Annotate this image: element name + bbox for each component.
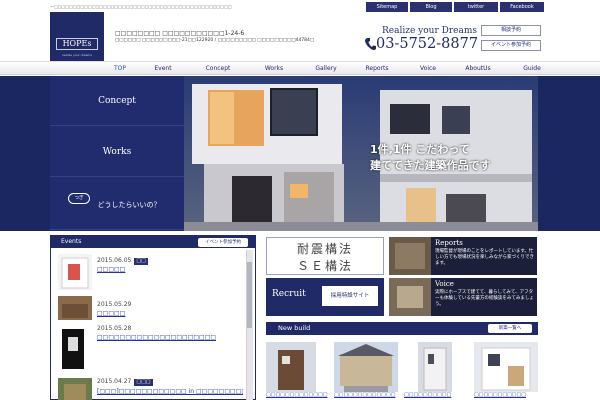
- event-reserve-button[interactable]: イベント参加予約: [481, 40, 541, 51]
- new-build-list-button[interactable]: 新築一覧へ: [488, 324, 532, 333]
- nav-gallery[interactable]: Gallery: [304, 62, 348, 75]
- side-item-concept[interactable]: Concept: [50, 76, 184, 126]
- voice-title: Voice: [435, 280, 454, 288]
- reports-photo: [389, 237, 431, 275]
- nav-aboutus[interactable]: AboutUs: [455, 62, 501, 75]
- consultation-button[interactable]: 相談予約: [481, 25, 541, 36]
- new-build-thumb[interactable]: [418, 342, 452, 392]
- event-date: 2015.06.05 □□: [97, 257, 148, 265]
- reports-banner[interactable]: Reports 現場監督が現場のことをレポートしています。忙しい方でも現場状況を…: [389, 237, 537, 275]
- event-thumb[interactable]: [58, 378, 92, 400]
- main-nav: TOP Event Concept Works Gallery Reports …: [0, 61, 600, 75]
- event-date: 2015.05.28: [97, 325, 132, 332]
- new-build-thumb[interactable]: [266, 342, 316, 392]
- logo-text: HOPEs: [56, 38, 98, 50]
- blog-link[interactable]: Blog: [410, 2, 452, 12]
- event-thumb[interactable]: [58, 254, 92, 290]
- event-thumb[interactable]: [58, 327, 92, 371]
- event-join-button[interactable]: イベント参加予約: [198, 238, 248, 247]
- new-build-title[interactable]: □□□□□□□□□□□□□: [266, 392, 330, 398]
- voice-photo: [389, 278, 431, 316]
- voice-banner[interactable]: Voice 実際にホープスで建てて、暮らしてみて、アフターも体験している先輩方の…: [389, 278, 537, 316]
- guide-bubble: つぎ: [68, 193, 90, 204]
- logo-subtext: realize your dreams: [62, 53, 92, 57]
- nav-reports[interactable]: Reports: [355, 62, 399, 75]
- nav-event[interactable]: Event: [142, 62, 184, 75]
- recruit-subtitle: 採用特設サイト: [322, 286, 378, 306]
- nav-concept[interactable]: Concept: [196, 62, 240, 75]
- event-date-text: 2015.06.05: [97, 257, 132, 264]
- nav-top[interactable]: TOP: [100, 62, 140, 75]
- hero-caption-line2: 建ててきた建築作品です: [370, 159, 491, 172]
- event-title[interactable]: □□□□□□□□□□□□□□□□□□□□□: [97, 334, 216, 341]
- voice-text: 実際にホープスで建てて、暮らしてみて、アフターも体験している先輩方の経験談をみて…: [435, 290, 534, 307]
- new-build-thumb[interactable]: [474, 342, 538, 392]
- company-address: □□□□□□ □□□□□□□□□-21□□122920 / □□□□□□□□□ …: [115, 38, 315, 43]
- hero-caption-line1: 1件,1件 こだわって: [370, 143, 470, 156]
- event-date: 2015.04.27 □□□: [97, 378, 153, 386]
- event-thumb[interactable]: [58, 296, 92, 320]
- nav-works[interactable]: Works: [252, 62, 296, 75]
- event-badge: □□□: [134, 379, 153, 386]
- company-name: □□□□□□□□ □□□□□□□□□□□1-24-6: [115, 30, 245, 37]
- new-build-title[interactable]: □□□□□□□□□□: [404, 392, 468, 398]
- seismic-banner[interactable]: 耐震構法 ＳＥ構法: [266, 237, 384, 275]
- event-date: 2015.05.29: [97, 301, 132, 308]
- seismic-line2: ＳＥ構法: [296, 259, 353, 273]
- event-badge: □□: [134, 258, 148, 265]
- recruit-banner[interactable]: Recruit 採用特設サイト: [266, 278, 384, 316]
- twitter-link[interactable]: twitter: [454, 2, 498, 12]
- hero-caption: 1件,1件 こだわって 建ててきた建築作品です: [370, 142, 491, 174]
- events-scroll-thumb[interactable]: [247, 262, 252, 328]
- facebook-link[interactable]: Facebook: [500, 2, 544, 12]
- top-links: Sitemap Blog twitter Facebook: [366, 2, 546, 12]
- side-item-guide[interactable]: どうしたらいいの？: [50, 180, 184, 230]
- nav-guide[interactable]: Guide: [510, 62, 554, 75]
- event-title[interactable]: □□□□□: [97, 310, 125, 317]
- header-slogan: Realize your Dreams: [382, 26, 477, 36]
- reports-title: Reports: [435, 239, 463, 247]
- phone-number[interactable]: 03-5752-8877: [364, 36, 478, 52]
- event-date-text: 2015.04.27: [97, 378, 132, 385]
- event-title[interactable]: □□□□□: [97, 266, 125, 273]
- side-item-works[interactable]: Works: [50, 127, 184, 177]
- seismic-line1: 耐震構法: [296, 242, 353, 256]
- reports-text: 現場監督が現場のことをレポートしています。忙しい方でも現場状況を楽しみながら家づ…: [435, 249, 534, 266]
- sitemap-link[interactable]: Sitemap: [366, 2, 408, 12]
- new-build-thumb[interactable]: [334, 342, 398, 392]
- new-build-title[interactable]: □□□□□□□□□□□: [474, 392, 538, 398]
- event-title[interactable]: [□□□]□□□□□□□□□□□□ in □□□□□□□□□□10□□□□□□□…: [97, 388, 243, 395]
- new-build-title[interactable]: □□□□□□□□□□□□□: [334, 392, 398, 398]
- nav-voice[interactable]: Voice: [406, 62, 450, 75]
- site-tagline: ー□□□□□□□□□□□□□□□□□□□□□□□□□□□□□□□□□□□□□□□…: [50, 4, 232, 9]
- recruit-title: Recruit: [272, 289, 306, 299]
